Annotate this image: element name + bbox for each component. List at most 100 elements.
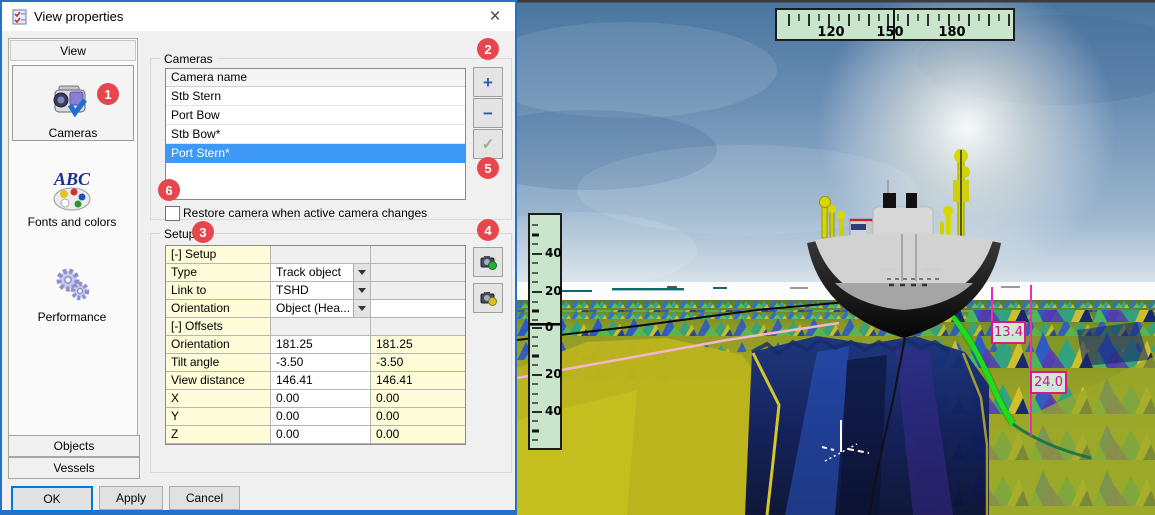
- sidebar-item-cameras[interactable]: Cameras: [12, 65, 134, 141]
- row-label: Orientation: [166, 336, 271, 354]
- setup-table: [-] Setup Type Track object Link to TSHD…: [165, 245, 466, 445]
- camcorder-icon: [53, 85, 87, 118]
- 3d-scene: [517, 0, 1155, 515]
- heading-label: 180: [938, 25, 966, 40]
- row-label: Y: [166, 408, 271, 426]
- palette-icon: [53, 187, 91, 211]
- callout-badge-4: 4: [477, 219, 499, 241]
- value-cell[interactable]: 0.00: [271, 390, 371, 408]
- value-cell[interactable]: 0.00: [271, 408, 371, 426]
- camera-list-row-selected[interactable]: Port Stern*: [166, 144, 465, 163]
- camera-list-row[interactable]: Stb Stern: [166, 87, 465, 106]
- restore-camera-label: Restore camera when active camera change…: [183, 206, 428, 220]
- 3d-viewport[interactable]: 120 150 180 40 20 0 20 40 13.4 24.0: [517, 0, 1155, 515]
- depth-label: 40: [545, 404, 562, 418]
- table-row-view-distance: View distance 146.41 146.41: [166, 372, 465, 390]
- depth-label: 20: [545, 284, 562, 298]
- load-camera-button[interactable]: [473, 283, 503, 313]
- abc-glyph: ABC: [53, 169, 91, 189]
- heading-label: 150: [876, 25, 904, 40]
- sidebar-item-fonts-and-colors[interactable]: ABC Fonts and colors: [12, 149, 132, 229]
- callout-badge-6: 6: [158, 179, 180, 201]
- view-properties-dialog: View properties × View Cameras ABC Fonts…: [0, 0, 517, 515]
- dropdown-value: Track object: [276, 265, 341, 279]
- row-label[interactable]: [-] Setup: [166, 246, 271, 264]
- sidebar-item-label: Fonts and colors: [27, 215, 117, 229]
- cancel-button[interactable]: Cancel: [169, 486, 240, 510]
- tab-objects[interactable]: Objects: [8, 435, 140, 457]
- camera-list-row[interactable]: Port Bow: [166, 106, 465, 125]
- restore-camera-checkbox[interactable]: [165, 206, 180, 221]
- camera-list-header: Camera name: [166, 69, 465, 87]
- ok-button[interactable]: OK: [11, 486, 93, 512]
- checkmark-icon: ✓: [481, 136, 495, 153]
- depth-label: 0: [545, 320, 554, 334]
- camera-list: Camera name Stb Stern Port Bow Stb Bow* …: [165, 68, 466, 200]
- plus-icon: +: [483, 72, 493, 92]
- callout-badge-1: 1: [97, 83, 119, 105]
- row-label: Z: [166, 426, 271, 444]
- value-cell: 146.41: [371, 372, 465, 390]
- table-row-section: [-] Setup: [166, 246, 465, 264]
- remove-camera-button[interactable]: −: [473, 98, 503, 128]
- row-label: Tilt angle: [166, 354, 271, 372]
- table-row-orientation-mode: Orientation Object (Hea...: [166, 300, 465, 318]
- depth-annotation: 13.4: [991, 321, 1026, 344]
- sidebar-item-label: Cameras: [48, 126, 98, 140]
- accept-camera-button[interactable]: ✓: [473, 129, 503, 159]
- value-cell: 0.00: [371, 408, 465, 426]
- value-cell[interactable]: 146.41: [271, 372, 371, 390]
- dropdown-value: TSHD: [276, 283, 309, 297]
- callout-badge-5: 5: [477, 157, 499, 179]
- table-row-z: Z 0.00 0.00: [166, 426, 465, 444]
- value-cell[interactable]: 181.25: [271, 336, 371, 354]
- table-row-section: [-] Offsets: [166, 318, 465, 336]
- row-label: X: [166, 390, 271, 408]
- link-to-dropdown[interactable]: TSHD: [271, 282, 371, 300]
- dredge-trench: [745, 336, 989, 515]
- table-row-type: Type Track object: [166, 264, 465, 282]
- sidebar-item-label: Performance: [37, 310, 107, 324]
- chevron-down-icon[interactable]: [353, 300, 370, 317]
- save-camera-button[interactable]: [473, 247, 503, 277]
- row-label: Type: [166, 264, 271, 282]
- dialog-icon: [12, 9, 27, 25]
- depth-scale: 40 20 0 20 40: [528, 213, 562, 450]
- chevron-down-icon[interactable]: [353, 282, 370, 299]
- heading-ruler: 120 150 180: [775, 8, 1015, 41]
- apply-button[interactable]: Apply: [99, 486, 163, 510]
- tab-vessels[interactable]: Vessels: [8, 457, 140, 479]
- type-dropdown[interactable]: Track object: [271, 264, 371, 282]
- cameras-group-label: Cameras: [160, 52, 217, 66]
- dialog-titlebar[interactable]: View properties ×: [2, 2, 515, 31]
- camera-save-icon: [480, 256, 497, 270]
- dropdown-value: Object (Hea...: [276, 301, 351, 315]
- heading-label: 120: [817, 25, 845, 40]
- gears-icon: [56, 268, 90, 301]
- orientation-dropdown[interactable]: Object (Hea...: [271, 300, 371, 318]
- tab-view[interactable]: View: [10, 40, 136, 61]
- table-row-link-to: Link to TSHD: [166, 282, 465, 300]
- depth-label: 40: [545, 246, 562, 260]
- value-cell: 0.00: [371, 390, 465, 408]
- camera-load-icon: [480, 292, 497, 306]
- category-sidebar: View Cameras ABC Fonts and colors Perfor…: [8, 38, 138, 436]
- row-label: Orientation: [166, 300, 271, 318]
- value-cell[interactable]: -3.50: [271, 354, 371, 372]
- depth-label: 20: [545, 367, 562, 381]
- chevron-down-icon[interactable]: [353, 264, 370, 281]
- camera-list-row[interactable]: Stb Bow*: [166, 125, 465, 144]
- table-row-x: X 0.00 0.00: [166, 390, 465, 408]
- add-camera-button[interactable]: +: [473, 67, 503, 97]
- value-cell: 181.25: [371, 336, 465, 354]
- row-label[interactable]: [-] Offsets: [166, 318, 271, 336]
- callout-badge-2: 2: [477, 38, 499, 60]
- table-row-y: Y 0.00 0.00: [166, 408, 465, 426]
- callout-badge-3: 3: [192, 221, 214, 243]
- dialog-title: View properties: [34, 9, 124, 24]
- sidebar-item-performance[interactable]: Performance: [12, 244, 132, 324]
- value-cell: -3.50: [371, 354, 465, 372]
- value-cell[interactable]: 0.00: [271, 426, 371, 444]
- depth-annotation: 24.0: [1030, 371, 1067, 394]
- close-icon[interactable]: ×: [475, 2, 515, 31]
